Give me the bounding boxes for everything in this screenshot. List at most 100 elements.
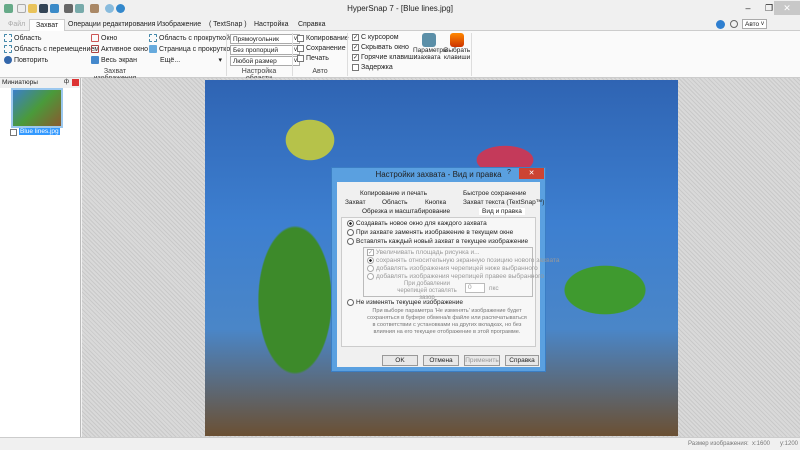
radio-new-window[interactable]: Создавать новое окно для каждого захвата bbox=[347, 220, 487, 227]
dialog-title: Настройки захвата - Вид и правка bbox=[375, 170, 502, 179]
tab-help[interactable]: Справка bbox=[292, 19, 331, 31]
label: Активное окно bbox=[101, 45, 148, 53]
capture-moving-region-button[interactable]: Область с перемещением bbox=[4, 45, 99, 53]
tab-quick-save[interactable]: Быстрое сохранение bbox=[463, 190, 526, 197]
checkbox[interactable]: ✓ bbox=[352, 34, 359, 41]
radio bbox=[367, 273, 374, 280]
tab-textsnap[interactable]: Захват текста (TextSnap™) bbox=[463, 199, 544, 206]
tab-button[interactable]: Кнопка bbox=[425, 199, 446, 206]
label: Сохранение bbox=[306, 45, 346, 52]
radio[interactable] bbox=[347, 229, 354, 236]
repeat-button[interactable]: Повторить bbox=[4, 56, 48, 64]
window-button[interactable]: Окно bbox=[91, 34, 117, 42]
tab-view-edit[interactable]: Вид и правка bbox=[479, 208, 525, 215]
tab-crop-scale[interactable]: Обрезка и масштабирование bbox=[362, 208, 450, 215]
checkbox[interactable]: ✓ bbox=[352, 54, 359, 61]
delay-checkbox[interactable]: Задержка bbox=[352, 64, 393, 71]
tab-file[interactable]: Файл bbox=[2, 19, 31, 31]
zoom-icon[interactable] bbox=[730, 20, 738, 28]
size-select[interactable]: Любой размер bbox=[230, 56, 300, 66]
close-button[interactable]: ✕ bbox=[774, 1, 800, 15]
active-window-button[interactable]: Активное окно bbox=[91, 45, 148, 53]
tab-capture[interactable]: Захват bbox=[29, 19, 66, 31]
screen-icon bbox=[91, 56, 99, 64]
note-text: При выборе параметра 'Не изменять' изобр… bbox=[367, 308, 527, 335]
full-screen-button[interactable]: Весь экран bbox=[91, 56, 137, 64]
tab-settings[interactable]: Настройка bbox=[248, 19, 294, 31]
help-icon[interactable] bbox=[716, 20, 725, 29]
more-button[interactable]: Ещё... ▾ bbox=[160, 56, 222, 65]
cancel-button[interactable]: Отмена bbox=[423, 355, 459, 366]
radio-replace[interactable]: При захвате заменять изображение в текущ… bbox=[347, 229, 513, 236]
label: При захвате заменять изображение в текущ… bbox=[356, 229, 514, 237]
tab-image[interactable]: Изображение bbox=[151, 19, 207, 31]
label: Вставлять каждый новый захват в текущее … bbox=[356, 238, 529, 246]
radio-tile-right: добавлять изображения черепицей правее в… bbox=[367, 273, 544, 280]
auto-save-checkbox[interactable]: Сохранение bbox=[297, 45, 346, 52]
radio-tile-below: добавлять изображения черепицей ниже выб… bbox=[367, 265, 538, 272]
checkbox[interactable] bbox=[352, 64, 359, 71]
shape-select[interactable]: Прямоугольник bbox=[230, 34, 300, 44]
label: сохранять относительную экранную позицию… bbox=[376, 257, 560, 265]
proportion-select[interactable]: Без пропорций bbox=[230, 45, 300, 55]
thumbnail-checkbox[interactable] bbox=[10, 129, 17, 136]
capture-settings-dialog: Настройки захвата - Вид и правка ? ✕ Коп… bbox=[331, 167, 559, 372]
tab-edit[interactable]: Операции редактирования bbox=[62, 19, 161, 31]
checkbox[interactable] bbox=[297, 55, 304, 62]
label: Окно bbox=[101, 34, 118, 42]
tab-textsnap[interactable]: ( TextSnap ) bbox=[203, 19, 253, 31]
select-keys-button[interactable]: Выбрать клавиши bbox=[444, 33, 470, 61]
label: Горячие клавиши bbox=[361, 54, 418, 61]
dialog-close-button[interactable]: ✕ bbox=[519, 168, 544, 179]
tab-region[interactable]: Область bbox=[382, 199, 408, 206]
image-width: x:1600 bbox=[752, 441, 771, 447]
label: Весь экран bbox=[101, 56, 137, 64]
hide-window-checkbox[interactable]: ✓ Скрывать окно bbox=[352, 44, 409, 51]
tab-capture[interactable]: Захват bbox=[345, 199, 366, 206]
label: Увеличивать площадь рисунка и... bbox=[375, 249, 480, 256]
radio-keep-position: сохранять относительную экранную позицию… bbox=[367, 257, 559, 264]
apply-button[interactable]: Применить bbox=[464, 355, 500, 366]
checkbox[interactable] bbox=[297, 45, 304, 52]
ok-button[interactable]: OK bbox=[382, 355, 418, 366]
label: Выбрать клавиши bbox=[444, 47, 471, 61]
checkbox[interactable]: ✓ bbox=[367, 249, 374, 256]
label: Скрывать окно bbox=[361, 44, 409, 51]
region-icon bbox=[4, 34, 12, 42]
hotkeys-checkbox[interactable]: ✓ Горячие клавиши bbox=[352, 54, 418, 61]
active-window-icon bbox=[91, 45, 99, 53]
scroll-region-button[interactable]: Область с прокруткой bbox=[149, 34, 230, 42]
label: Страница с прокруткой bbox=[159, 45, 235, 53]
window-title: HyperSnap 7 - [Blue lines.jpg] bbox=[347, 4, 453, 13]
radio[interactable] bbox=[347, 299, 354, 306]
auto-print-checkbox[interactable]: Печать bbox=[297, 55, 329, 62]
thumbnail-filename[interactable]: Blue lines.jpg bbox=[19, 128, 60, 135]
auto-copy-checkbox[interactable]: Копирование bbox=[297, 35, 349, 42]
move-region-icon bbox=[4, 45, 12, 53]
label: Задержка bbox=[361, 64, 393, 71]
minimize-button[interactable]: – bbox=[737, 1, 759, 15]
capture-region-button[interactable]: Область bbox=[4, 34, 41, 42]
checkbox[interactable] bbox=[297, 35, 304, 42]
dropdown-arrow-icon: ▾ bbox=[218, 57, 222, 64]
pin-icon[interactable]: ф bbox=[64, 79, 69, 85]
label: С курсором bbox=[361, 34, 399, 41]
radio-no-change[interactable]: Не изменять текущее изображение bbox=[347, 299, 463, 306]
radio[interactable] bbox=[347, 238, 354, 245]
label: добавлять изображения черепицей правее в… bbox=[376, 273, 544, 281]
with-cursor-checkbox[interactable]: ✓ С курсором bbox=[352, 34, 399, 41]
radio[interactable] bbox=[347, 220, 354, 227]
divider bbox=[471, 33, 472, 76]
enlarge-checkbox[interactable]: ✓ Увеличивать площадь рисунка и... bbox=[367, 249, 480, 256]
gap-input[interactable]: 0 bbox=[465, 283, 485, 293]
help-button[interactable]: Справка bbox=[505, 355, 539, 366]
radio-insert[interactable]: Вставлять каждый новый захват в текущее … bbox=[347, 238, 528, 245]
zoom-select[interactable]: Авто bbox=[742, 19, 767, 29]
checkbox[interactable]: ✓ bbox=[352, 44, 359, 51]
close-panel-button[interactable] bbox=[72, 79, 79, 86]
scroll-page-button[interactable]: Страница с прокруткой bbox=[149, 45, 234, 53]
capture-settings-button[interactable]: Параметры захвата bbox=[413, 33, 448, 61]
thumbnail-image[interactable] bbox=[11, 88, 63, 128]
tab-copy-print[interactable]: Копирование и печать bbox=[360, 190, 427, 197]
dialog-help-button[interactable]: ? bbox=[507, 169, 511, 176]
